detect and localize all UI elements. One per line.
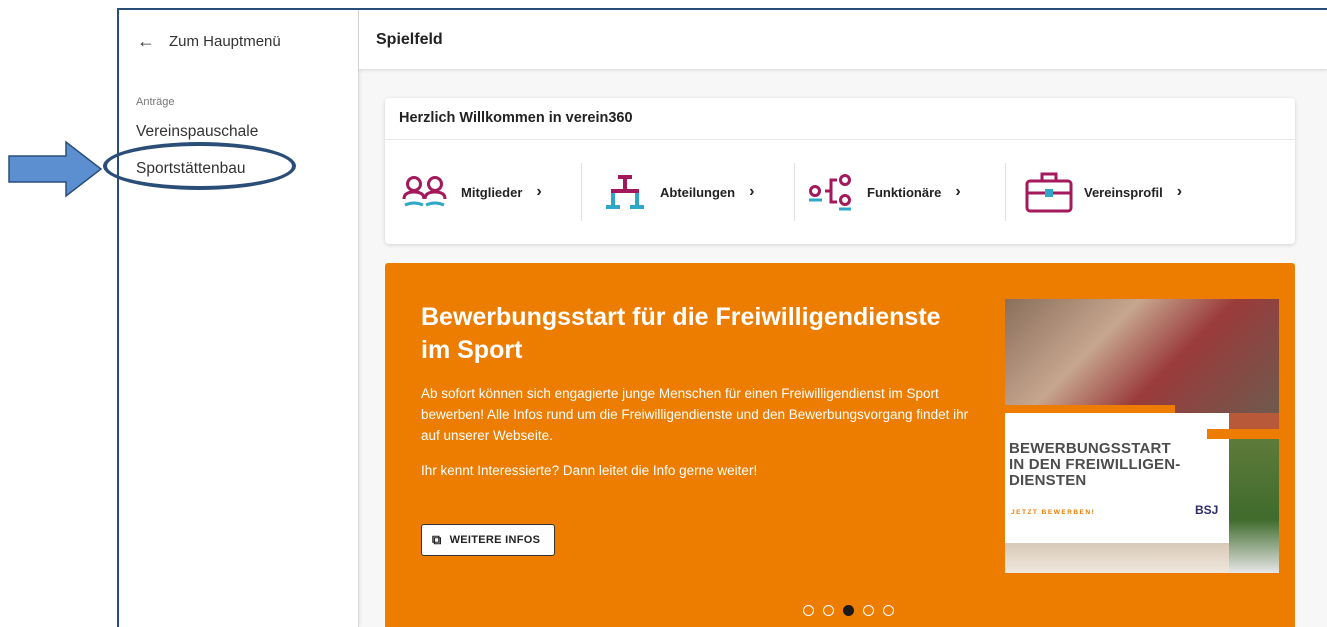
news-banner: Bewerbungsstart für die Freiwilligendien… bbox=[385, 263, 1295, 627]
promo-side-photo bbox=[1229, 439, 1279, 573]
promo-hall-photo bbox=[1005, 543, 1229, 573]
tile-label: Vereinsprofil bbox=[1084, 184, 1163, 200]
carousel-dot[interactable] bbox=[823, 605, 834, 616]
sidebar-item-sportstaettenbau[interactable]: Sportstättenbau bbox=[136, 160, 245, 178]
welcome-card-title: Herzlich Willkommen in verein360 bbox=[385, 98, 1295, 140]
sidebar: ← Zum Hauptmenü Anträge Vereinspauschale… bbox=[119, 10, 359, 627]
officials-icon bbox=[805, 169, 859, 215]
sidebar-section-label: Anträge bbox=[136, 96, 175, 108]
carousel-dot[interactable] bbox=[883, 605, 894, 616]
welcome-card: Herzlich Willkommen in verein360 Mitglie… bbox=[385, 98, 1295, 244]
banner-paragraph: Ab sofort können sich engagierte junge M… bbox=[421, 386, 969, 443]
carousel-dots bbox=[803, 605, 894, 616]
back-to-main-menu-link[interactable]: ← Zum Hauptmenü bbox=[137, 32, 281, 50]
back-link-label: Zum Hauptmenü bbox=[169, 32, 281, 50]
bsj-logo: BSJ bbox=[1195, 503, 1219, 517]
tile-label: Mitglieder bbox=[461, 184, 523, 200]
promo-image: BEWERBUNGSSTART IN DEN FREIWILLIGEN- DIE… bbox=[1005, 299, 1279, 573]
chevron-right-icon: › bbox=[749, 183, 755, 200]
briefcase-icon bbox=[1022, 169, 1076, 215]
carousel-dot-active[interactable] bbox=[843, 605, 854, 616]
annotation-arrow-icon bbox=[8, 140, 103, 198]
chevron-right-icon: › bbox=[536, 183, 542, 200]
external-link-icon: ⧉ bbox=[432, 532, 442, 547]
chevron-right-icon: › bbox=[1176, 183, 1183, 200]
chevron-right-icon: › bbox=[955, 183, 961, 200]
arrow-left-icon: ← bbox=[137, 31, 155, 51]
quick-links: Mitglieder › Abteilungen › Funktionäre ›… bbox=[385, 140, 1295, 244]
promo-headline: BEWERBUNGSSTART IN DEN FREIWILLIGEN- DIE… bbox=[1009, 440, 1181, 489]
page-title: Spielfeld bbox=[376, 31, 443, 48]
tile-abteilungen[interactable]: Abteilungen › bbox=[582, 163, 794, 221]
promo-cta: JETZT BEWERBEN! bbox=[1011, 509, 1096, 516]
sidebar-item-vereinspauschale[interactable]: Vereinspauschale bbox=[136, 123, 258, 141]
button-label: WEITERE INFOS bbox=[449, 534, 541, 546]
tile-vereinsprofil[interactable]: Vereinsprofil › bbox=[1006, 163, 1182, 221]
carousel-dot[interactable] bbox=[863, 605, 874, 616]
app-window: ← Zum Hauptmenü Anträge Vereinspauschale… bbox=[117, 8, 1327, 627]
screenshot-stage: ← Zum Hauptmenü Anträge Vereinspauschale… bbox=[0, 0, 1327, 627]
members-icon bbox=[399, 169, 453, 215]
departments-icon bbox=[598, 169, 652, 215]
tile-label: Funktionäre bbox=[867, 184, 942, 200]
tile-label: Abteilungen bbox=[660, 184, 736, 200]
top-bar: Spielfeld bbox=[359, 10, 1327, 70]
tile-funktionaere[interactable]: Funktionäre › bbox=[795, 163, 1005, 221]
banner-paragraph: Ihr kennt Interessierte? Dann leitet die… bbox=[421, 463, 758, 478]
carousel-dot[interactable] bbox=[803, 605, 814, 616]
tile-mitglieder[interactable]: Mitglieder › bbox=[399, 163, 581, 221]
weitere-infos-button[interactable]: ⧉ WEITERE INFOS bbox=[421, 524, 556, 556]
promo-photo bbox=[1005, 299, 1279, 413]
banner-headline: Bewerbungsstart für die Freiwilligendien… bbox=[421, 303, 941, 364]
